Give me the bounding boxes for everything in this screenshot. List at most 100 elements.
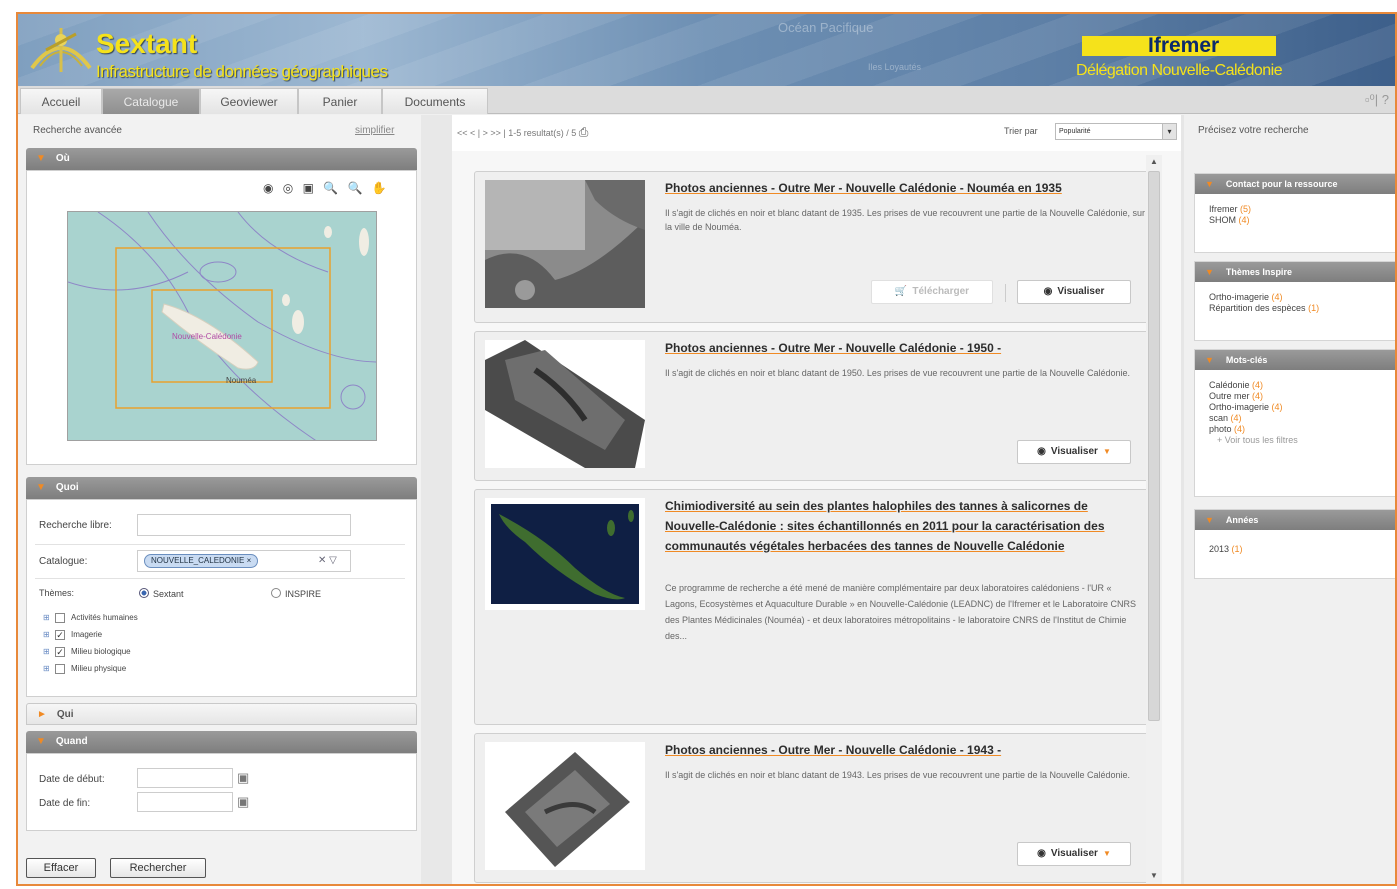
result-description: Il s'agit de clichés en noir et blanc da… xyxy=(665,770,1131,780)
catalog-chip[interactable]: NOUVELLE_CALEDONIE × xyxy=(144,554,259,568)
where-section-body: ◉ ◎ ▣ 🔍 🔍 ✋ Nouvelle-Calédonie Nouméa xyxy=(26,170,417,465)
catalog-field[interactable]: NOUVELLE_CALEDONIE × ✕ ▽ xyxy=(137,550,351,572)
results-scrollbar[interactable]: ▲ ▼ xyxy=(1146,155,1162,884)
radio-sextant[interactable]: Sextant xyxy=(139,588,184,599)
theme-label: Activités humaines xyxy=(71,613,138,622)
help-icons[interactable]: ▫⁰| ? xyxy=(1365,92,1389,108)
expand-arrow-icon: ► xyxy=(37,709,47,720)
radio-inspire[interactable]: INSPIRE xyxy=(271,588,321,599)
logo-subtitle: Infrastructure de données géographiques xyxy=(96,62,388,81)
app-frame: Sextant Infrastructure de données géogra… xyxy=(16,12,1397,886)
facet-item[interactable]: Ortho-imagerie (4) xyxy=(1209,292,1384,303)
tab-catalogue[interactable]: Catalogue xyxy=(102,88,200,114)
start-date-input[interactable] xyxy=(137,768,233,788)
end-date-input[interactable] xyxy=(137,792,233,812)
location-map[interactable]: Nouvelle-Calédonie Nouméa xyxy=(67,211,377,441)
theme-checkbox[interactable]: ✓ xyxy=(55,647,65,657)
collapse-arrow-icon: ▼ xyxy=(36,736,46,747)
facet-item[interactable]: Outre mer (4) xyxy=(1209,391,1384,402)
where-section-header[interactable]: ▼ Où xyxy=(26,148,417,170)
what-section-body: Recherche libre: Catalogue: NOUVELLE_CAL… xyxy=(26,499,417,697)
result-thumbnail[interactable] xyxy=(485,742,645,870)
print-icon[interactable]: ⎙ xyxy=(579,125,589,139)
eye-icon: ◉ xyxy=(1037,848,1046,859)
map-label-region: Nouvelle-Calédonie xyxy=(172,332,242,341)
catalog-clear-icon[interactable]: ✕ ▽ xyxy=(318,555,337,566)
view-button[interactable]: ◉ Visualiser xyxy=(1017,280,1131,304)
calendar-icon[interactable]: ▣ xyxy=(237,794,249,810)
dropdown-arrow-icon: ▼ xyxy=(1102,849,1111,858)
result-title[interactable]: Photos anciennes - Outre Mer - Nouvelle … xyxy=(665,178,1139,198)
splitter-left[interactable] xyxy=(421,115,452,884)
facet-header[interactable]: ▼ Années xyxy=(1195,510,1395,530)
tab-geoviewer[interactable]: Geoviewer xyxy=(200,88,298,114)
results-panel: << < | > >> | 1-5 resultat(s) / 5 ⎙ Trie… xyxy=(452,115,1181,884)
facet-header[interactable]: ▼ Thèmes Inspire xyxy=(1195,262,1395,282)
expand-icon[interactable]: ⊞ xyxy=(43,614,51,622)
partner-logo: Ifremer xyxy=(1148,34,1220,57)
facet-item[interactable]: SHOM (4) xyxy=(1209,215,1384,226)
tab-accueil[interactable]: Accueil xyxy=(20,88,102,114)
scroll-down-icon[interactable]: ▼ xyxy=(1150,871,1158,880)
map-toolbar[interactable]: ◉ ◎ ▣ 🔍 🔍 ✋ xyxy=(263,181,390,195)
when-section-header[interactable]: ▼ Quand xyxy=(26,731,417,753)
view-button[interactable]: ◉ Visualiser ▼ xyxy=(1017,440,1131,464)
result-title[interactable]: Photos anciennes - Outre Mer - Nouvelle … xyxy=(665,338,1139,358)
result-card: Photos anciennes - Outre Mer - Nouvelle … xyxy=(474,331,1160,481)
facet-item[interactable]: photo (4) xyxy=(1209,424,1384,435)
result-thumbnail[interactable] xyxy=(485,340,645,468)
aerial-photo xyxy=(485,340,645,468)
result-card: Chimiodiversité au sein des plantes halo… xyxy=(474,489,1160,725)
tab-documents[interactable]: Documents xyxy=(382,88,488,114)
clear-button[interactable]: Effacer xyxy=(26,858,96,878)
result-thumbnail[interactable] xyxy=(485,498,645,610)
result-card: Photos anciennes - Outre Mer - Nouvelle … xyxy=(474,733,1160,883)
sort-select[interactable]: Popularité ▾ xyxy=(1055,123,1177,140)
catalog-label: Catalogue: xyxy=(39,556,88,567)
advanced-search-title: Recherche avancée xyxy=(33,125,122,136)
logo-title: Sextant xyxy=(96,28,198,59)
expand-icon[interactable]: ⊞ xyxy=(43,665,51,673)
theme-checkbox[interactable] xyxy=(55,613,65,623)
facet-item[interactable]: Répartition des espèces (1) xyxy=(1209,303,1384,314)
simplify-link[interactable]: simplifier xyxy=(355,125,394,136)
scrollbar-thumb[interactable] xyxy=(1148,171,1160,721)
facet-header[interactable]: ▼ Mots-clés xyxy=(1195,350,1395,370)
theme-checkbox[interactable] xyxy=(55,664,65,674)
site-header: Sextant Infrastructure de données géogra… xyxy=(18,14,1395,86)
see-all-filters-link[interactable]: + Voir tous les filtres xyxy=(1209,435,1384,446)
result-title[interactable]: Photos anciennes - Outre Mer - Nouvelle … xyxy=(665,740,1139,760)
radio-checked-icon[interactable] xyxy=(139,588,149,598)
expand-icon[interactable]: ⊞ xyxy=(43,631,51,639)
scroll-up-icon[interactable]: ▲ xyxy=(1150,157,1158,166)
facet-item[interactable]: scan (4) xyxy=(1209,413,1384,424)
facet-item[interactable]: Ifremer (5) xyxy=(1209,204,1384,215)
facet-item[interactable]: Ortho-imagerie (4) xyxy=(1209,402,1384,413)
result-title[interactable]: Chimiodiversité au sein des plantes halo… xyxy=(665,496,1139,556)
pagination[interactable]: << < | > >> | 1-5 resultat(s) / 5 ⎙ xyxy=(457,125,588,140)
facet-item[interactable]: 2013 (1) xyxy=(1209,544,1384,555)
download-button[interactable]: 🛒 Télécharger xyxy=(871,280,993,304)
theme-checkbox[interactable]: ✓ xyxy=(55,630,65,640)
satellite-image xyxy=(485,498,645,610)
result-thumbnail[interactable] xyxy=(485,180,645,308)
facet-header[interactable]: ▼ Contact pour la ressource xyxy=(1195,174,1395,194)
free-search-input[interactable] xyxy=(137,514,351,536)
chevron-down-icon[interactable]: ▾ xyxy=(1162,124,1176,139)
map-canvas[interactable] xyxy=(68,212,377,441)
tab-panier[interactable]: Panier xyxy=(298,88,382,114)
eye-icon: ◉ xyxy=(1037,446,1046,457)
radio-unchecked-icon[interactable] xyxy=(271,588,281,598)
what-section-header[interactable]: ▼ Quoi xyxy=(26,477,417,499)
search-button[interactable]: Rechercher xyxy=(110,858,206,878)
who-section-header[interactable]: ► Qui xyxy=(26,703,417,725)
view-button[interactable]: ◉ Visualiser ▼ xyxy=(1017,842,1131,866)
facet-years: ▼ Années 2013 (1) xyxy=(1194,509,1395,579)
results-list: Photos anciennes - Outre Mer - Nouvelle … xyxy=(452,151,1181,884)
calendar-icon[interactable]: ▣ xyxy=(237,770,249,786)
theme-label: Imagerie xyxy=(71,630,103,639)
facet-item[interactable]: Calédonie (4) xyxy=(1209,380,1384,391)
expand-icon[interactable]: ⊞ xyxy=(43,648,51,656)
collapse-arrow-icon: ▼ xyxy=(1205,179,1214,189)
header-watermark-sub: Iles Loyautés xyxy=(868,62,922,72)
